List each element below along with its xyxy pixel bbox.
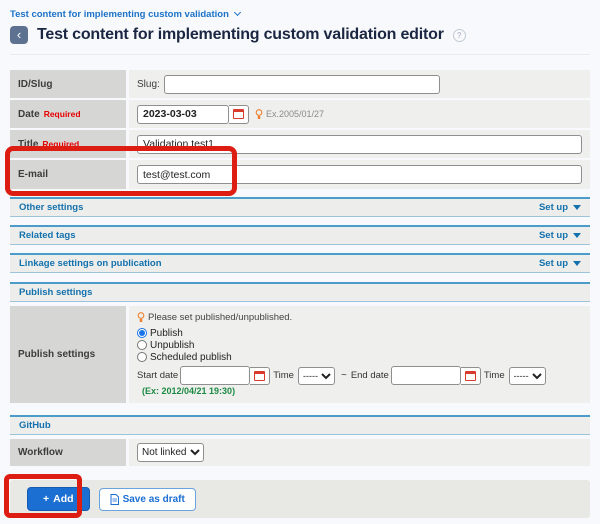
slug-label: ID/Slug: [10, 70, 126, 98]
breadcrumb-link[interactable]: Test content for implementing custom val…: [10, 9, 229, 20]
slug-field-cell: Slug:: [129, 70, 590, 98]
publish-settings-row: Publish settings Please set published/un…: [10, 306, 590, 403]
workflow-field-cell: Not linked: [129, 439, 590, 466]
end-time-label: Time: [483, 370, 505, 381]
date-input[interactable]: [137, 104, 229, 124]
setup-toggle[interactable]: Set up: [539, 230, 581, 241]
save-as-draft-button[interactable]: Save as draft: [98, 487, 196, 511]
breadcrumb: Test content for implementing custom val…: [10, 8, 590, 20]
add-button[interactable]: + Add: [27, 487, 90, 511]
publish-hint: Please set published/unpublished.: [137, 312, 582, 323]
slug-row: ID/Slug Slug:: [10, 70, 590, 98]
unpublish-radio-input[interactable]: [137, 340, 147, 350]
title-input[interactable]: [137, 134, 582, 154]
email-input[interactable]: [137, 165, 582, 184]
email-label: E-mail: [10, 160, 126, 189]
start-date-input[interactable]: [180, 366, 251, 385]
start-time-label: Time: [273, 370, 294, 381]
section-other-settings[interactable]: Other settings Set up: [10, 197, 590, 217]
date-example-text: Ex.2005/01/27: [266, 109, 325, 119]
document-icon: [110, 493, 119, 505]
lightbulb-icon: [137, 312, 145, 322]
title-label: Title Required: [10, 130, 126, 158]
workflow-label: Workflow: [10, 439, 126, 466]
publish-settings-label: Publish settings: [10, 306, 126, 403]
caret-down-icon: [573, 261, 581, 266]
email-field-cell: [129, 160, 590, 189]
start-date-label: Start date: [137, 370, 179, 381]
scheduled-publish-radio-input[interactable]: [137, 352, 147, 362]
setup-toggle[interactable]: Set up: [539, 202, 581, 213]
end-date-input[interactable]: [390, 366, 461, 385]
section-publish-settings-heading: Publish settings: [10, 282, 590, 302]
radio-scheduled-publish[interactable]: Scheduled publish: [137, 351, 582, 363]
page-header: ‹ Test content for implementing custom v…: [10, 25, 590, 45]
slug-input[interactable]: [163, 74, 440, 94]
chevron-down-icon[interactable]: [233, 8, 241, 17]
publish-settings-cell: Please set published/unpublished. Publis…: [129, 306, 590, 403]
title-row: Title Required: [10, 130, 590, 158]
end-date-label: End date: [350, 370, 389, 381]
lightbulb-icon: [255, 108, 263, 119]
start-time-select[interactable]: -----: [297, 366, 335, 385]
entry-editor-screen: Test content for implementing custom val…: [0, 0, 600, 524]
radio-publish[interactable]: Publish: [137, 327, 582, 339]
workflow-select[interactable]: Not linked: [137, 443, 204, 462]
page-title: Test content for implementing custom val…: [37, 26, 444, 43]
caret-down-icon: [573, 205, 581, 210]
required-badge: Required: [43, 109, 81, 119]
calendar-icon: [254, 370, 266, 381]
date-calendar-button[interactable]: [229, 104, 249, 124]
end-date-calendar-button[interactable]: [460, 366, 481, 385]
back-button[interactable]: ‹: [10, 26, 28, 44]
calendar-icon: [464, 370, 476, 381]
required-badge: Required: [42, 139, 80, 149]
date-row: Date Required Ex.2005/01/27: [10, 100, 590, 128]
schedule-controls: Start date Time ----- ~ End date Time --…: [137, 366, 582, 397]
publish-radio-input[interactable]: [137, 328, 147, 338]
setup-toggle[interactable]: Set up: [539, 258, 581, 269]
plus-icon: +: [43, 493, 50, 505]
caret-down-icon: [573, 233, 581, 238]
section-linkage-settings[interactable]: Linkage settings on publication Set up: [10, 253, 590, 273]
radio-unpublish[interactable]: Unpublish: [137, 339, 582, 351]
footer-action-bar: + Add Save as draft: [10, 480, 590, 518]
entry-form: ID/Slug Slug: Date Required Ex.2005/01/2…: [10, 70, 590, 189]
email-row: E-mail: [10, 160, 590, 189]
calendar-icon: [233, 109, 244, 119]
section-github-heading: GitHub: [10, 415, 590, 435]
schedule-example-text: (Ex: 2012/04/21 19:30): [142, 386, 236, 396]
header-divider: [10, 54, 590, 55]
workflow-row: Workflow Not linked: [10, 439, 590, 466]
range-separator: ~: [340, 370, 347, 381]
date-label: Date Required: [10, 100, 126, 128]
help-icon[interactable]: ?: [452, 28, 466, 42]
section-related-tags[interactable]: Related tags Set up: [10, 225, 590, 245]
start-date-calendar-button[interactable]: [250, 366, 271, 385]
date-field-cell: Ex.2005/01/27: [129, 100, 590, 128]
title-field-cell: [129, 130, 590, 158]
slug-prefix-label: Slug:: [137, 78, 160, 90]
end-time-select[interactable]: -----: [508, 366, 546, 385]
